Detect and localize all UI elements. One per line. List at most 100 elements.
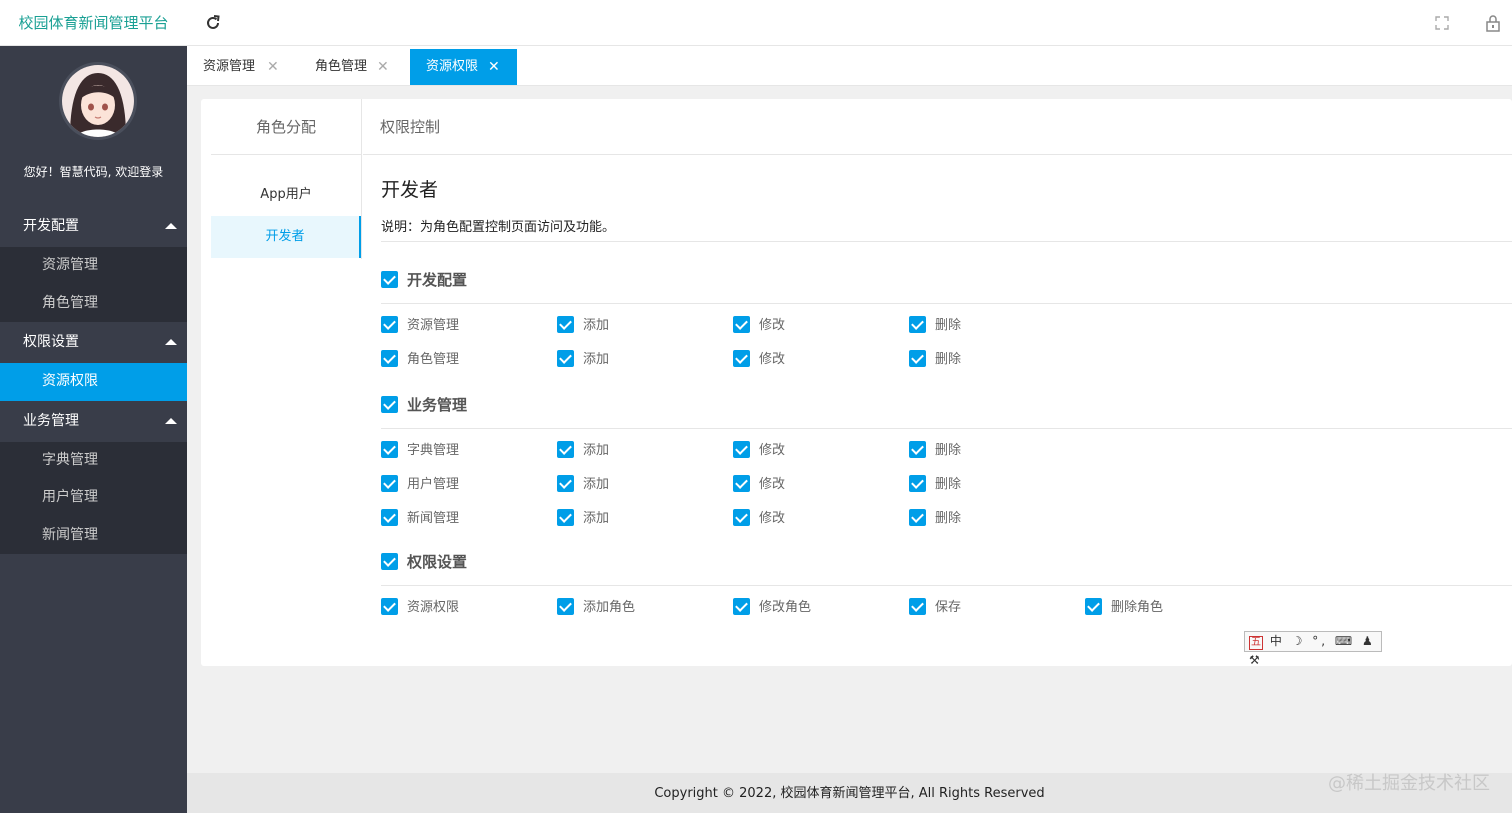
ime-mode-icon[interactable]: 五 (1249, 636, 1263, 650)
permission-checkbox[interactable]: 添加角色 (557, 597, 635, 617)
permission-checkbox[interactable]: 用户管理 (381, 474, 459, 494)
permission-checkbox[interactable]: 添加 (557, 349, 610, 369)
refresh-icon[interactable] (204, 14, 222, 32)
permission-checkbox[interactable]: 新闻管理 (381, 508, 460, 528)
checkbox-checked[interactable] (557, 440, 574, 458)
permission-checkbox[interactable]: 修改 (733, 440, 786, 460)
ime-toolbar[interactable]: 五 中 ☽ °, ⌨ ♟ ⚒ (1244, 631, 1382, 667)
submenu: 资源权限 (0, 363, 187, 401)
permission-control-header: 权限控制 (380, 118, 441, 136)
checkbox-checked[interactable] (733, 597, 750, 615)
permission-label: 添加 (583, 352, 610, 367)
permission-checkbox[interactable]: 删除角色 (1085, 597, 1163, 617)
sidebar-item-dictionary[interactable]: 字典管理 (0, 442, 187, 480)
permission-checkbox[interactable]: 添加 (557, 440, 609, 460)
welcome-text: 您好！智慧代码, 欢迎登录 (23, 165, 164, 179)
checkbox-checked[interactable] (557, 315, 574, 333)
role-title: 开发者 (381, 179, 439, 201)
role-list-panel: 角色分配 App用户 开发者 (201, 99, 363, 666)
checkbox-checked[interactable] (381, 315, 398, 333)
permission-checkbox[interactable]: 删除 (909, 508, 962, 528)
checkbox-checked[interactable] (909, 349, 926, 367)
close-icon[interactable]: ✕ (377, 49, 389, 85)
checkbox-checked[interactable] (381, 508, 398, 526)
avatar[interactable] (59, 62, 137, 140)
submenu: 字典管理 用户管理 新闻管理 (0, 441, 187, 555)
permission-checkbox[interactable]: 添加 (557, 315, 609, 335)
permission-checkbox[interactable]: 修改角色 (733, 597, 812, 617)
permission-label: 删除 (935, 477, 962, 492)
checkbox-checked[interactable] (909, 597, 926, 615)
menu-title-business[interactable]: 业务管理 (0, 401, 187, 442)
checkbox-checked[interactable] (381, 440, 398, 458)
checkbox-checked[interactable] (909, 315, 926, 333)
checkbox-checked[interactable] (381, 474, 398, 492)
checkbox-checked[interactable] (557, 349, 574, 367)
permission-checkbox[interactable]: 添加 (557, 508, 610, 528)
checkbox-checked[interactable] (381, 349, 398, 367)
permission-label: 删除 (935, 443, 962, 458)
sidebar-item-resource-management[interactable]: 资源管理 (0, 247, 187, 285)
checkbox-checked[interactable] (381, 597, 398, 615)
checkbox-checked[interactable] (381, 270, 398, 288)
divider (381, 303, 1512, 304)
permission-label: 删除 (935, 511, 962, 526)
tab-role-management[interactable]: 角色管理 ✕ (299, 49, 405, 85)
permission-checkbox[interactable]: 删除 (909, 440, 962, 460)
close-icon[interactable]: ✕ (267, 49, 279, 85)
permission-label: 修改角色 (759, 600, 812, 615)
permission-checkbox[interactable]: 资源管理 (381, 315, 459, 335)
role-item-developer[interactable]: 开发者 (211, 216, 361, 258)
menu-title-dev-config[interactable]: 开发配置 (0, 206, 187, 247)
checkbox-checked[interactable] (557, 474, 574, 492)
fullscreen-icon[interactable] (1434, 15, 1450, 31)
menu-group-permissions: 权限设置 资源权限 (0, 322, 187, 401)
group-checkbox-business[interactable]: 业务管理 (381, 394, 467, 416)
permission-checkbox[interactable]: 删除 (909, 315, 961, 335)
checkbox-checked[interactable] (909, 474, 926, 492)
checkbox-checked[interactable] (733, 440, 750, 458)
footer: Copyright © 2022, 校园体育新闻管理平台, All Rights… (187, 773, 1512, 813)
watermark: @稀土掘金技术社区 (1328, 773, 1490, 794)
sidebar-item-role-management[interactable]: 角色管理 (0, 285, 187, 323)
close-icon[interactable]: ✕ (488, 49, 500, 85)
sidebar-item-resource-permissions[interactable]: 资源权限 (0, 363, 187, 401)
checkbox-checked[interactable] (1085, 597, 1102, 615)
permission-checkbox[interactable]: 字典管理 (381, 440, 459, 460)
permission-checkbox[interactable]: 修改 (733, 349, 785, 369)
checkbox-checked[interactable] (381, 395, 398, 413)
permission-checkbox[interactable]: 修改 (733, 508, 785, 528)
sidebar-item-news[interactable]: 新闻管理 (0, 517, 187, 555)
checkbox-checked[interactable] (733, 508, 750, 526)
checkbox-checked[interactable] (909, 440, 926, 458)
permission-checkbox[interactable]: 保存 (909, 597, 961, 617)
submenu: 资源管理 角色管理 (0, 247, 187, 322)
tab-resource-management[interactable]: 资源管理 ✕ (187, 49, 293, 85)
sidebar-item-users[interactable]: 用户管理 (0, 479, 187, 517)
role-item-app-user[interactable]: App用户 (211, 174, 361, 216)
permission-label: 添加 (583, 511, 610, 526)
checkbox-checked[interactable] (733, 474, 750, 492)
permission-checkbox[interactable]: 资源权限 (381, 597, 459, 617)
checkbox-checked[interactable] (733, 315, 750, 333)
permission-checkbox[interactable]: 删除 (909, 474, 962, 494)
tab-label: 资源权限 (426, 59, 479, 74)
permission-checkbox[interactable]: 添加 (557, 474, 609, 494)
checkbox-checked[interactable] (381, 552, 398, 570)
permission-label: 新闻管理 (407, 511, 460, 526)
permission-checkbox[interactable]: 角色管理 (381, 349, 459, 369)
group-checkbox-permissions[interactable]: 权限设置 (381, 551, 467, 573)
checkbox-checked[interactable] (557, 508, 574, 526)
checkbox-checked[interactable] (909, 508, 926, 526)
checkbox-checked[interactable] (557, 597, 574, 615)
tab-resource-permissions[interactable]: 资源权限 ✕ (410, 49, 517, 85)
group-checkbox-dev-config[interactable]: 开发配置 (381, 269, 467, 291)
permission-checkbox[interactable]: 删除 (909, 349, 961, 369)
lock-icon[interactable] (1485, 14, 1501, 32)
permission-label: 修改 (759, 443, 786, 458)
permission-checkbox[interactable]: 修改 (733, 474, 785, 494)
menu-group-dev-config: 开发配置 资源管理 角色管理 (0, 206, 187, 322)
checkbox-checked[interactable] (733, 349, 750, 367)
permission-checkbox[interactable]: 修改 (733, 315, 785, 335)
menu-title-permissions[interactable]: 权限设置 (0, 322, 187, 363)
